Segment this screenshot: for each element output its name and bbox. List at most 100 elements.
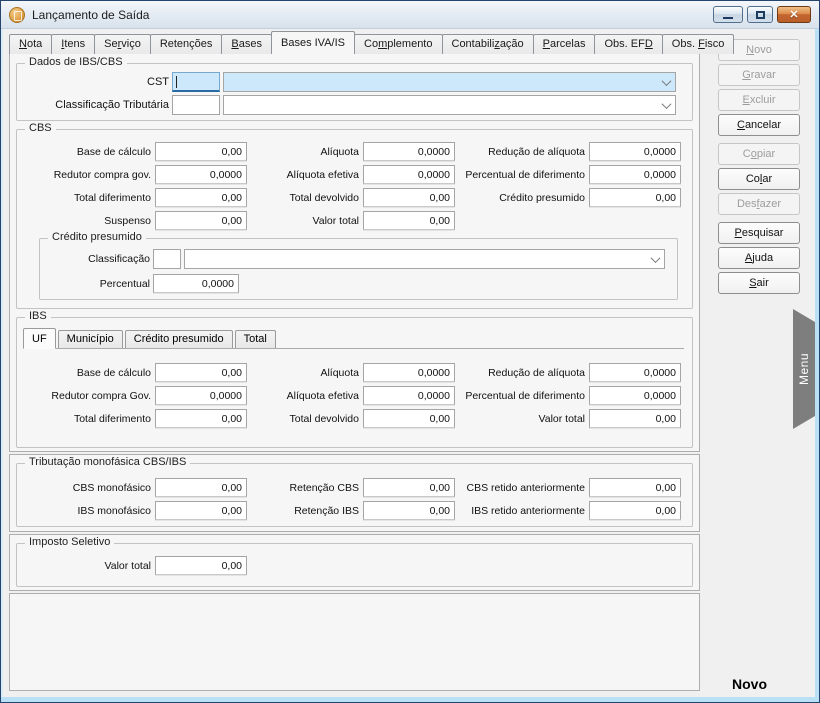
copiar-button[interactable]: Copiar — [718, 143, 800, 165]
ibs-label-redutor-compra-gov: Redutor compra Gov. — [19, 390, 151, 402]
cbs-field-base-de-calculo[interactable]: 0,00 — [155, 142, 247, 161]
monofasica-label-ibs-retido-anteriormente: IBS retido anteriormente — [459, 505, 585, 517]
cbs-label-suspenso: Suspenso — [19, 215, 151, 227]
tab-nota[interactable]: Nota — [9, 34, 52, 54]
classificacao-tributaria-input[interactable] — [172, 95, 220, 115]
ibs-field-valor-total[interactable]: 0,00 — [589, 409, 681, 428]
cbs-field-aliquota-efetiva[interactable]: 0,0000 — [363, 165, 455, 184]
cbs-label-total-diferimento: Total diferimento — [19, 192, 151, 204]
ibs-field-reducao-de-aliquota[interactable]: 0,0000 — [589, 363, 681, 382]
classificacao-combo[interactable] — [184, 249, 665, 269]
close-icon: ✕ — [789, 8, 798, 21]
ibs-field-base-de-calculo[interactable]: 0,00 — [155, 363, 247, 382]
tab-obs-fisco[interactable]: Obs. Fisco — [662, 34, 735, 54]
imposto-seletivo-label-valor-total: Valor total — [19, 560, 151, 572]
minimize-button[interactable] — [713, 6, 743, 23]
cbs-label-aliquota-efetiva: Alíquota efetiva — [251, 169, 359, 181]
imposto-seletivo-field-valor-total[interactable]: 0,00 — [155, 556, 247, 575]
cbs-label-base-de-calculo: Base de cálculo — [19, 146, 151, 158]
sair-button[interactable]: Sair — [718, 272, 800, 294]
classificacao-tributaria-label: Classificação Tributária — [19, 99, 169, 111]
ibs-label-total-devolvido: Total devolvido — [251, 413, 359, 425]
ibs-field-percentual-de-diferimento[interactable]: 0,0000 — [589, 386, 681, 405]
cbs-field-credito-presumido[interactable]: 0,00 — [589, 188, 681, 207]
ibs-field-total-devolvido[interactable]: 0,00 — [363, 409, 455, 428]
tab-itens[interactable]: Itens — [51, 34, 95, 54]
classificacao-tributaria-combo[interactable] — [223, 95, 676, 115]
monofasica-field-cbs-retido-anteriormente[interactable]: 0,00 — [589, 478, 681, 497]
tab-servico[interactable]: Serviço — [94, 34, 151, 54]
section-tributacao-monofasica: Tributação monofásica CBS/IBS CBS monofá… — [9, 454, 700, 532]
menu-slide-tab[interactable]: Menu — [793, 309, 815, 429]
status-mode-label: Novo — [732, 676, 767, 692]
desfazer-button[interactable]: Desfazer — [718, 193, 800, 215]
cst-input[interactable] — [172, 72, 220, 92]
percentual-field[interactable]: 0,0000 — [153, 274, 239, 293]
tab-obs-efd[interactable]: Obs. EFD — [594, 34, 662, 54]
tab-complemento[interactable]: Complemento — [354, 34, 443, 54]
ibs-label-aliquota: Alíquota — [251, 367, 359, 379]
monofasica-field-ibs-retido-anteriormente[interactable]: 0,00 — [589, 501, 681, 520]
cbs-field-aliquota[interactable]: 0,0000 — [363, 142, 455, 161]
monofasica-field-ibs-monofasico[interactable]: 0,00 — [155, 501, 247, 520]
monofasica-field-cbs-monofasico[interactable]: 0,00 — [155, 478, 247, 497]
cbs-label-aliquota: Alíquota — [251, 146, 359, 158]
cbs-field-percentual-de-diferimento[interactable]: 0,0000 — [589, 165, 681, 184]
ajuda-button[interactable]: Ajuda — [718, 247, 800, 269]
ibs-field-aliquota[interactable]: 0,0000 — [363, 363, 455, 382]
ibs-label-reducao-de-aliquota: Redução de alíquota — [459, 367, 585, 379]
ibs-field-redutor-compra-gov[interactable]: 0,0000 — [155, 386, 247, 405]
section-imposto-seletivo: Imposto Seletivo Valor total0,00 — [9, 534, 700, 591]
cancelar-button[interactable]: Cancelar — [718, 114, 800, 136]
excluir-button[interactable]: Excluir — [718, 89, 800, 111]
ibs-tab-total[interactable]: Total — [235, 330, 276, 348]
chevron-down-icon — [662, 76, 672, 86]
tab-contabilizacao[interactable]: Contabilização — [442, 34, 534, 54]
maximize-icon — [756, 11, 765, 19]
gravar-button[interactable]: Gravar — [718, 64, 800, 86]
dialog-lancamento-de-saida: Lançamento de Saída ✕ NotaItensServiçoRe… — [0, 0, 820, 703]
pesquisar-button[interactable]: Pesquisar — [718, 222, 800, 244]
monofasica-label-retencao-cbs: Retenção CBS — [251, 482, 359, 494]
ibs-tab-uf[interactable]: UF — [23, 328, 56, 349]
ibs-label-valor-total: Valor total — [459, 413, 585, 425]
sidebar-buttons: NovoGravarExcluirCancelarCopiarColarDesf… — [703, 29, 815, 297]
ibs-tab-municipio[interactable]: Município — [58, 330, 123, 348]
cbs-field-total-diferimento[interactable]: 0,00 — [155, 188, 247, 207]
classificacao-label: Classificação — [42, 253, 150, 265]
monofasica-fields: CBS monofásico0,00Retenção CBS0,00CBS re… — [17, 464, 692, 522]
cst-label: CST — [19, 76, 169, 88]
cbs-field-suspenso[interactable]: 0,00 — [155, 211, 247, 230]
classificacao-input[interactable] — [153, 249, 181, 269]
tab-bases[interactable]: Bases — [221, 34, 272, 54]
cbs-field-redutor-compra-gov[interactable]: 0,0000 — [155, 165, 247, 184]
group-title: Tributação monofásica CBS/IBS — [25, 456, 190, 468]
cbs-field-valor-total[interactable]: 0,00 — [363, 211, 455, 230]
colar-button[interactable]: Colar — [718, 168, 800, 190]
maximize-button[interactable] — [747, 6, 773, 23]
ibs-tab-credito-presumido[interactable]: Crédito presumido — [125, 330, 233, 348]
tab-page-bases-iva-is: Dados de IBS/CBS CST Classificação Tribu… — [9, 53, 700, 452]
tab-parcelas[interactable]: Parcelas — [533, 34, 596, 54]
ibs-field-total-diferimento[interactable]: 0,00 — [155, 409, 247, 428]
cbs-label-total-devolvido: Total devolvido — [251, 192, 359, 204]
monofasica-label-retencao-ibs: Retenção IBS — [251, 505, 359, 517]
percentual-label: Percentual — [42, 278, 150, 290]
cbs-label-valor-total: Valor total — [251, 215, 359, 227]
tab-bases-iva-is[interactable]: Bases IVA/IS — [271, 31, 355, 54]
cbs-field-total-devolvido[interactable]: 0,00 — [363, 188, 455, 207]
monofasica-field-retencao-ibs[interactable]: 0,00 — [363, 501, 455, 520]
monofasica-label-cbs-monofasico: CBS monofásico — [19, 482, 151, 494]
chevron-down-icon — [662, 99, 672, 109]
tab-retencoes[interactable]: Retenções — [150, 34, 223, 54]
close-button[interactable]: ✕ — [777, 6, 811, 23]
ibs-fields: Base de cálculo0,00Alíquota0,0000Redução… — [17, 353, 692, 430]
ibs-field-aliquota-efetiva[interactable]: 0,0000 — [363, 386, 455, 405]
monofasica-field-retencao-cbs[interactable]: 0,00 — [363, 478, 455, 497]
cbs-field-reducao-de-aliquota[interactable]: 0,0000 — [589, 142, 681, 161]
ibs-label-percentual-de-diferimento: Percentual de diferimento — [459, 390, 585, 402]
cbs-label-reducao-de-aliquota: Redução de alíquota — [459, 146, 585, 158]
cst-combo[interactable] — [223, 72, 676, 92]
group-ibs: IBS UFMunicípioCrédito presumidoTotal Ba… — [16, 317, 693, 448]
group-cbs: CBS Base de cálculo0,00Alíquota0,0000Red… — [16, 129, 693, 309]
